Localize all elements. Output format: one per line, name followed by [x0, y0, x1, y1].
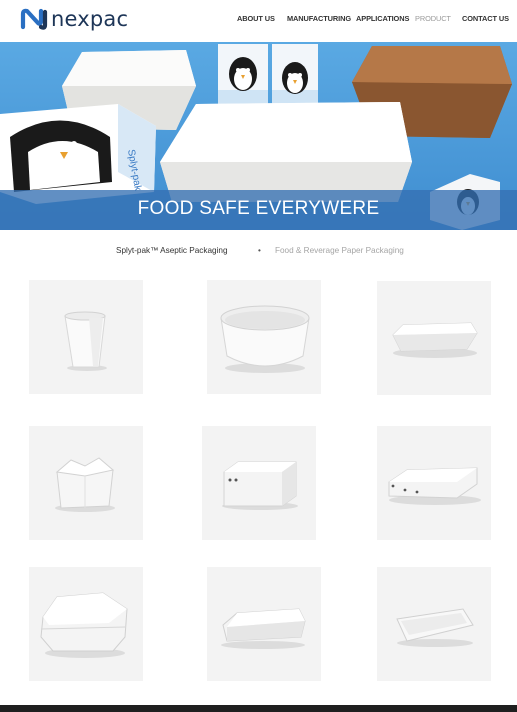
- paper-bowl-icon: [220, 305, 310, 373]
- site-header: nexpac ABOUT US MANUFACTURING APPLICATIO…: [0, 0, 517, 42]
- hero-title: FOOD SAFE EVERYWERE: [137, 198, 380, 219]
- subnav-paper-packaging[interactable]: Food & Reverage Paper Packaging: [275, 246, 404, 255]
- product-card-open-tray[interactable]: [377, 567, 491, 681]
- flat-pizza-box-icon: [388, 467, 481, 505]
- subnav-aseptic-packaging[interactable]: Splyt-pak™ Aseptic Packaging: [116, 246, 228, 255]
- nav-about-us[interactable]: ABOUT US: [237, 14, 275, 23]
- lidded-food-box-icon: [222, 461, 298, 510]
- hotdog-clamshell-icon: [221, 608, 306, 649]
- main-nav: ABOUT US MANUFACTURING APPLICATIONS PROD…: [0, 14, 517, 26]
- hero-banner: Splyt-pak FOOD SAFE EVERYWERE: [0, 42, 517, 230]
- flat-tray-box-icon: [392, 322, 478, 358]
- nav-product[interactable]: PRODUCT: [415, 14, 451, 23]
- open-tray-icon: [396, 608, 474, 647]
- nav-manufacturing[interactable]: MANUFACTURING: [287, 14, 351, 23]
- footer-bar: [0, 705, 517, 712]
- product-card-burger-clamshell[interactable]: [29, 567, 143, 681]
- product-card-lidded-food-box[interactable]: [202, 426, 316, 540]
- product-card-paper-bowl[interactable]: [207, 280, 321, 394]
- paper-cup-icon: [64, 311, 107, 371]
- burger-clamshell-icon: [40, 592, 128, 658]
- subnav-separator: •: [258, 246, 261, 255]
- noodle-box-icon: [55, 457, 115, 512]
- category-subnav: Splyt-pak™ Aseptic Packaging • Food & Re…: [0, 246, 517, 258]
- product-card-paper-cup[interactable]: [29, 280, 143, 394]
- product-card-noodle-box[interactable]: [29, 426, 143, 540]
- product-card-hotdog-clamshell[interactable]: [207, 567, 321, 681]
- nav-applications[interactable]: APPLICATIONS: [356, 14, 409, 23]
- nav-contact-us[interactable]: CONTACT US: [462, 14, 509, 23]
- product-card-flat-tray-box[interactable]: [377, 281, 491, 395]
- product-card-flat-pizza-box[interactable]: [377, 426, 491, 540]
